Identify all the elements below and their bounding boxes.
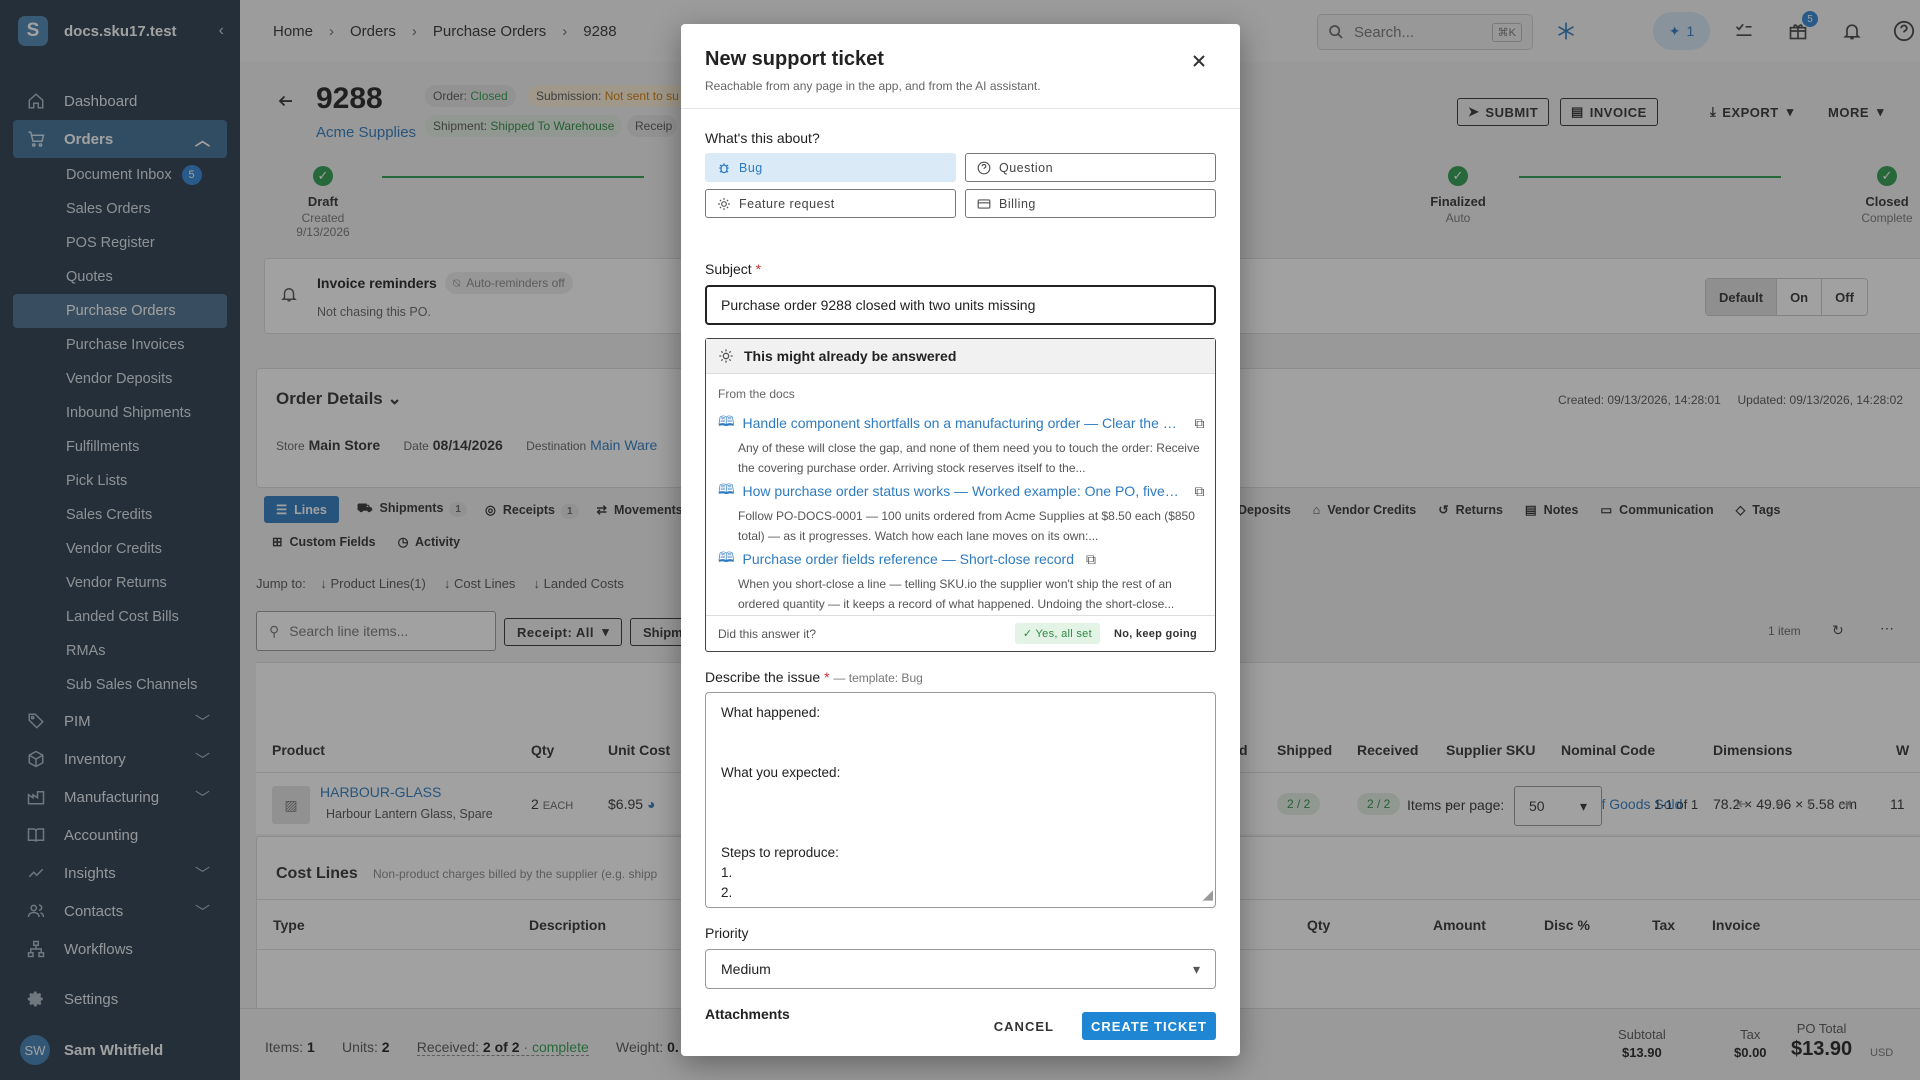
doc-result[interactable]: 🕮 How purchase order status works — Worke…: [718, 479, 1208, 546]
dialog-footer: CANCEL CREATE TICKET: [681, 996, 1240, 1056]
doc-excerpt: Any of these will close the gap, and non…: [738, 441, 1200, 475]
close-icon[interactable]: [1192, 54, 1206, 68]
support-ticket-dialog: New support ticket Reachable from any pa…: [681, 24, 1240, 1056]
feedback-question: Did this answer it?: [718, 626, 817, 641]
caret-down-icon: ▾: [1192, 960, 1200, 977]
resize-handle-icon[interactable]: ◢: [1203, 885, 1213, 905]
doc-excerpt: Follow PO-DOCS-0001 — 100 units ordered …: [738, 509, 1195, 543]
book-icon: 🕮: [718, 481, 735, 497]
answer-feedback: Did this answer it? ✓ Yes, all set No, k…: [706, 615, 1215, 651]
question-icon: [977, 161, 991, 175]
lightbulb-icon: [717, 197, 731, 211]
external-link-icon[interactable]: ⧉: [1086, 551, 1096, 568]
book-icon: 🕮: [718, 413, 735, 429]
bug-icon: [717, 161, 731, 175]
lightbulb-icon: [718, 348, 734, 364]
priority-select[interactable]: Medium ▾: [705, 949, 1216, 989]
credit-card-icon: [977, 197, 991, 211]
doc-result[interactable]: 🕮 Handle component shortfalls on a manufa…: [718, 411, 1208, 478]
doc-title[interactable]: How purchase order status works — Worked…: [743, 483, 1183, 499]
option-bug[interactable]: Bug: [705, 153, 956, 182]
external-link-icon[interactable]: ⧉: [1195, 483, 1205, 500]
doc-excerpt: When you short-close a line — telling SK…: [738, 577, 1175, 611]
doc-result[interactable]: 🕮 Purchase order fields reference — Short…: [718, 547, 1208, 614]
option-feature-request[interactable]: Feature request: [705, 189, 956, 218]
external-link-icon[interactable]: ⧉: [1195, 415, 1205, 432]
from-docs-label: From the docs: [718, 387, 795, 401]
suggested-answers-panel: This might already be answered From the …: [705, 338, 1216, 652]
cancel-button[interactable]: CANCEL: [986, 1011, 1062, 1042]
suggested-answers-header: This might already be answered: [706, 339, 1215, 374]
describe-label: Describe the issue * — template: Bug: [705, 669, 923, 685]
dialog-subtitle: Reachable from any page in the app, and …: [705, 79, 1041, 93]
subject-input[interactable]: Purchase order 9288 closed with two unit…: [705, 285, 1216, 325]
doc-title[interactable]: Handle component shortfalls on a manufac…: [743, 415, 1183, 431]
option-billing[interactable]: Billing: [965, 189, 1216, 218]
check-icon: ✓: [1022, 628, 1033, 640]
subject-label: Subject *: [705, 261, 762, 277]
dialog-title: New support ticket: [705, 48, 884, 70]
dialog-header: New support ticket Reachable from any pa…: [681, 24, 1240, 109]
no-keep-going-button[interactable]: No, keep going: [1108, 624, 1203, 644]
create-ticket-button[interactable]: CREATE TICKET: [1081, 1012, 1216, 1040]
description-textarea[interactable]: What happened: What you expected: Steps …: [705, 692, 1216, 908]
option-question[interactable]: Question: [965, 153, 1216, 182]
priority-label: Priority: [705, 925, 749, 941]
book-icon: 🕮: [718, 549, 735, 565]
about-label: What's this about?: [705, 130, 820, 146]
yes-all-set-button[interactable]: ✓ Yes, all set: [1014, 623, 1100, 644]
doc-title[interactable]: Purchase order fields reference — Short-…: [743, 551, 1074, 567]
